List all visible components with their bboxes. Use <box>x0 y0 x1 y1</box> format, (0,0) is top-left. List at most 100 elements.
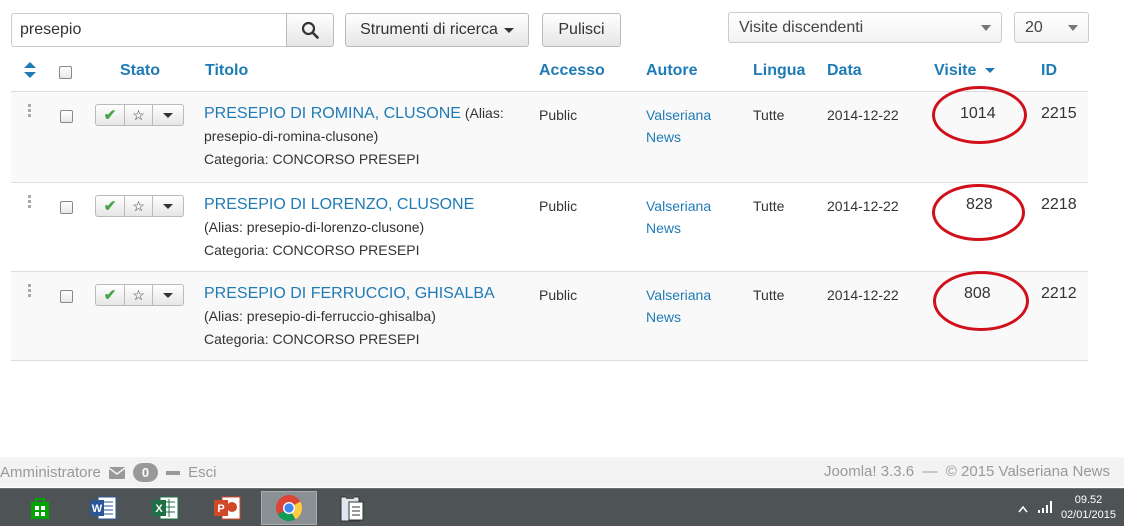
article-date: 2014-12-22 <box>827 198 899 214</box>
drag-handle-icon[interactable] <box>28 284 32 298</box>
powerpoint-icon: P <box>214 496 241 520</box>
caret-down-icon <box>163 112 173 118</box>
footer-username[interactable]: Amministratore <box>0 464 101 481</box>
status-button-group: ✔ ☆ <box>95 195 184 217</box>
star-icon: ☆ <box>132 106 145 123</box>
status-button-group: ✔ ☆ <box>95 104 184 126</box>
taskbar-excel[interactable]: X <box>137 491 193 525</box>
table-row: ✔ ☆ PRESEPIO DI FERRUCCIO, GHISALBA (Ali… <box>11 271 1088 361</box>
chevron-down-icon <box>1068 25 1078 31</box>
column-language[interactable]: Lingua <box>753 62 805 80</box>
star-icon: ☆ <box>132 197 145 214</box>
hits-highlight-circle <box>932 184 1025 241</box>
row-checkbox[interactable] <box>60 201 73 214</box>
article-author-link[interactable]: Valseriana News <box>646 284 711 328</box>
check-icon: ✔ <box>103 287 117 304</box>
logout-link[interactable]: Esci <box>188 464 216 481</box>
select-all-checkbox[interactable] <box>59 66 72 79</box>
article-category: Categoria: CONCORSO PRESEPI <box>204 331 420 347</box>
taskbar-powerpoint[interactable]: P <box>199 491 255 525</box>
featured-toggle-button[interactable]: ☆ <box>125 284 153 306</box>
published-toggle-button[interactable]: ✔ <box>95 284 125 306</box>
store-icon <box>31 498 49 519</box>
published-toggle-button[interactable]: ✔ <box>95 195 125 217</box>
caret-down-icon <box>163 292 173 298</box>
actions-dropdown-button[interactable] <box>153 104 184 126</box>
article-title-cell: PRESEPIO DI FERRUCCIO, GHISALBA (Alias: … <box>204 282 524 351</box>
article-id: 2215 <box>1041 105 1077 122</box>
limit-select[interactable]: 20 <box>1014 12 1089 43</box>
clipboard-icon <box>340 494 364 522</box>
actions-dropdown-button[interactable] <box>153 195 184 217</box>
taskbar-store[interactable] <box>12 491 68 525</box>
author-line-1: Valseriana <box>646 198 712 214</box>
search-input[interactable] <box>11 13 287 47</box>
article-author-link[interactable]: Valseriana News <box>646 195 711 239</box>
status-button-group: ✔ ☆ <box>95 284 184 306</box>
column-access[interactable]: Accesso <box>539 62 605 80</box>
actions-dropdown-button[interactable] <box>153 284 184 306</box>
clock[interactable]: 09.52 02/01/2015 <box>1061 493 1116 523</box>
article-title-cell: PRESEPIO DI LORENZO, CLUSONE (Alias: pre… <box>204 193 524 262</box>
published-toggle-button[interactable]: ✔ <box>95 104 125 126</box>
search-button[interactable] <box>286 13 334 47</box>
column-date[interactable]: Data <box>827 62 862 80</box>
admin-footer: Amministratore 0 Esci Joomla! 3.3.6 — © … <box>0 457 1124 487</box>
windows-taskbar: W X P 09.52 02/01/2015 <box>0 488 1124 526</box>
search-icon <box>301 21 319 39</box>
author-line-2: News <box>646 129 682 145</box>
sort-desc-icon <box>984 68 995 74</box>
sort-select[interactable]: Visite discendenti <box>728 12 1002 43</box>
clear-button[interactable]: Pulisci <box>542 13 621 47</box>
hits-highlight-circle <box>932 86 1027 144</box>
check-icon: ✔ <box>103 198 117 215</box>
table-row: ✔ ☆ PRESEPIO DI LORENZO, CLUSONE (Alias:… <box>11 182 1088 271</box>
copyright-text: © 2015 Valseriana News <box>945 463 1110 480</box>
taskbar-clipboard[interactable] <box>323 491 379 525</box>
minus-icon <box>166 470 181 475</box>
clock-time: 09.52 <box>1074 494 1103 506</box>
row-checkbox[interactable] <box>60 290 73 303</box>
search-tools-button[interactable]: Strumenti di ricerca <box>345 13 529 47</box>
envelope-icon <box>108 466 125 479</box>
column-hits-label: Visite <box>934 62 977 79</box>
drag-handle-icon[interactable] <box>28 104 32 118</box>
article-access: Public <box>539 107 578 123</box>
column-status[interactable]: Stato <box>120 62 160 80</box>
article-language: Tutte <box>753 198 785 214</box>
clock-date: 02/01/2015 <box>1060 509 1116 521</box>
footer-separator: — <box>922 463 938 480</box>
article-title-link[interactable]: PRESEPIO DI ROMINA, CLUSONE <box>204 105 461 122</box>
up-arrow-icon[interactable] <box>1018 505 1028 513</box>
article-author-link[interactable]: Valseriana News <box>646 104 711 148</box>
taskbar-word[interactable]: W <box>75 491 131 525</box>
sort-select-value: Visite discendenti <box>739 18 864 36</box>
article-language: Tutte <box>753 107 785 123</box>
column-hits[interactable]: Visite <box>934 62 995 80</box>
featured-toggle-button[interactable]: ☆ <box>125 195 153 217</box>
article-title-link[interactable]: PRESEPIO DI LORENZO, CLUSONE <box>204 196 474 213</box>
network-icon[interactable] <box>1038 501 1054 513</box>
sort-ordering-icon[interactable] <box>24 62 36 78</box>
article-category: Categoria: CONCORSO PRESEPI <box>204 151 420 167</box>
hits-highlight-circle <box>933 271 1029 331</box>
row-checkbox[interactable] <box>60 110 73 123</box>
column-title[interactable]: Titolo <box>205 62 248 80</box>
footer-user-info: Amministratore 0 Esci <box>0 463 216 482</box>
table-row: ✔ ☆ PRESEPIO DI ROMINA, CLUSONE (Alias: … <box>11 86 1088 182</box>
excel-icon: X <box>152 496 179 520</box>
article-id: 2218 <box>1041 196 1077 213</box>
article-title-link[interactable]: PRESEPIO DI FERRUCCIO, GHISALBA <box>204 285 495 302</box>
column-id[interactable]: ID <box>1041 62 1057 80</box>
system-tray <box>1018 501 1054 513</box>
messages-count-badge[interactable]: 0 <box>132 463 159 482</box>
author-line-1: Valseriana <box>646 287 712 303</box>
caret-down-icon <box>163 203 173 209</box>
column-author[interactable]: Autore <box>646 62 698 80</box>
article-category: Categoria: CONCORSO PRESEPI <box>204 242 420 258</box>
article-alias: presepio-di-romina-clusone) <box>204 128 379 144</box>
featured-toggle-button[interactable]: ☆ <box>125 104 153 126</box>
taskbar-chrome[interactable] <box>261 491 317 525</box>
article-language: Tutte <box>753 287 785 303</box>
drag-handle-icon[interactable] <box>28 195 32 209</box>
